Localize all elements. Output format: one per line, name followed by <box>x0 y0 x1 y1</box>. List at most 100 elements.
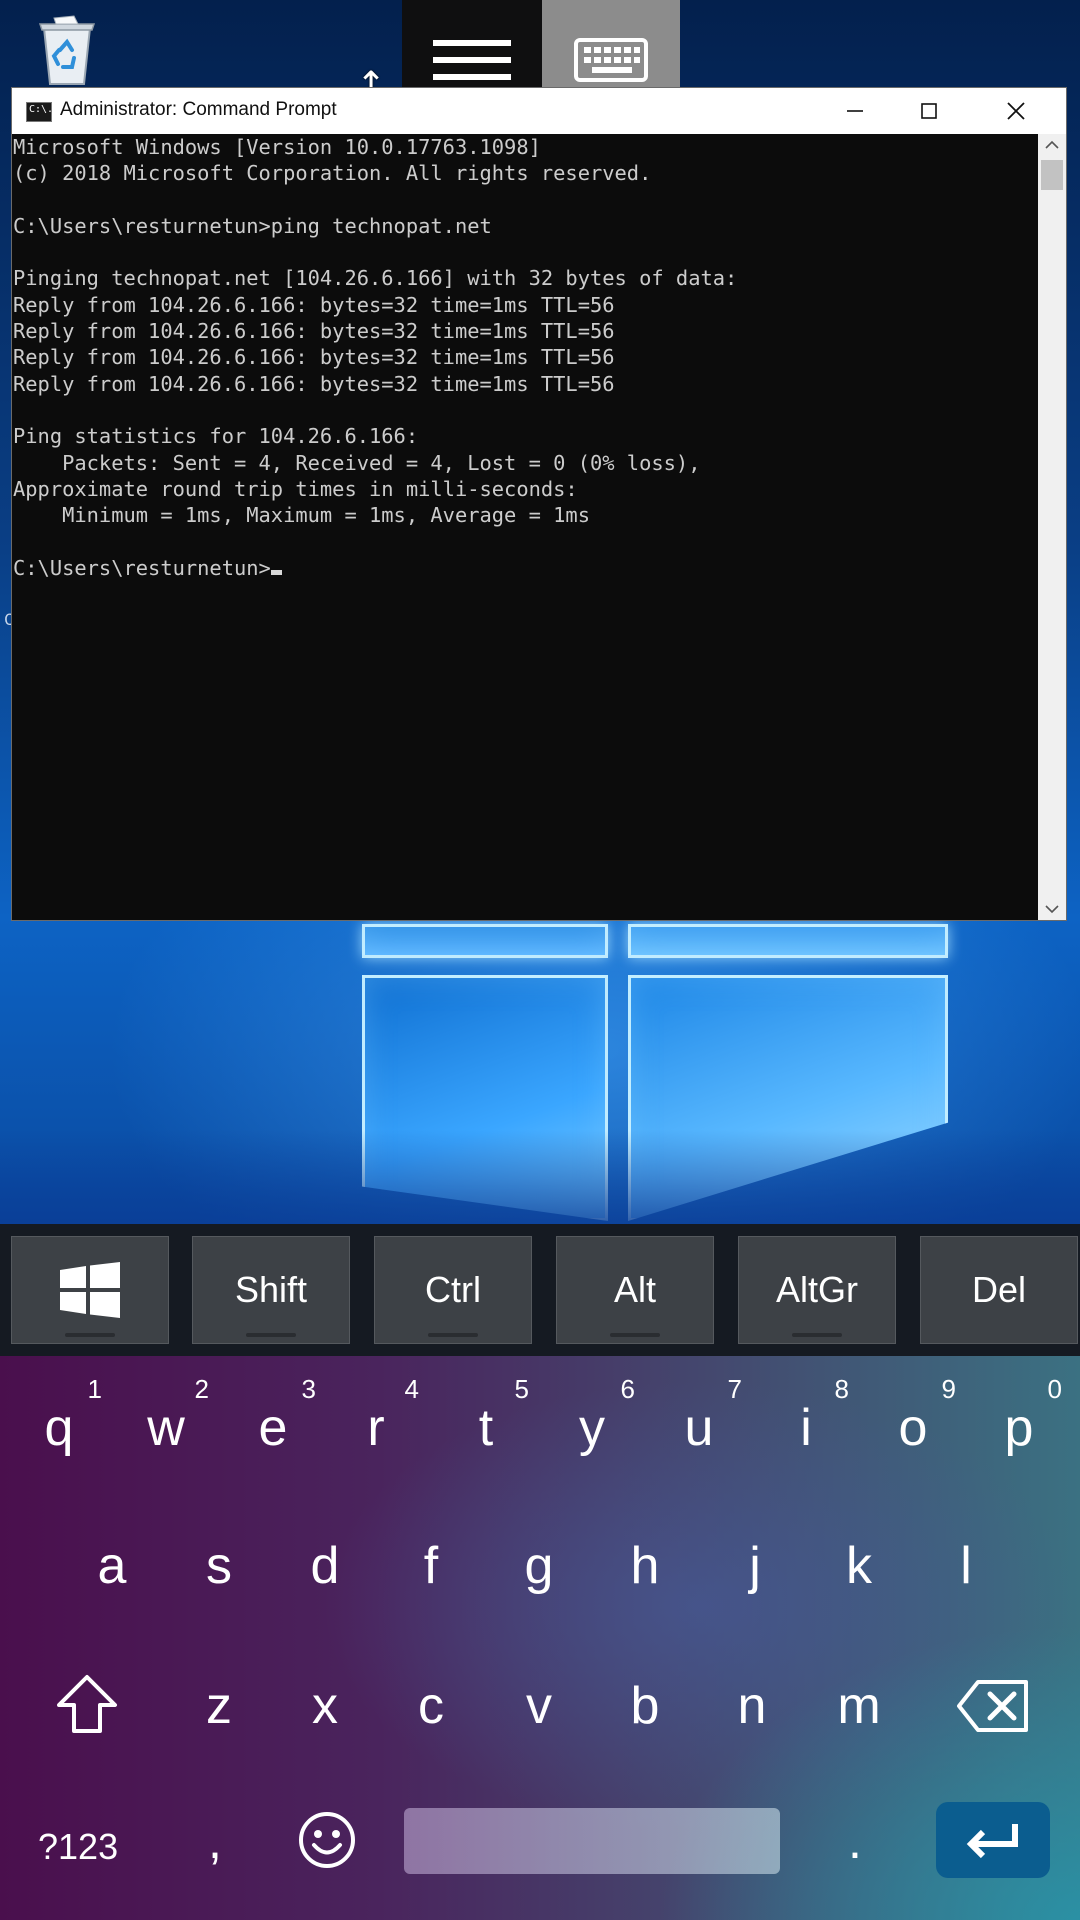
key-r[interactable]: r4 <box>323 1374 429 1478</box>
window-titlebar[interactable]: C:\. Administrator: Command Prompt <box>12 88 1066 134</box>
key-label: t <box>478 1399 494 1457</box>
terminal-line: (c) 2018 Microsoft Corporation. All righ… <box>13 161 652 186</box>
terminal-line: Ping statistics for 104.26.6.166: <box>13 424 419 449</box>
scroll-thumb[interactable] <box>1041 160 1063 190</box>
cmd-app-icon[interactable]: C:\. <box>26 102 53 122</box>
terminal-line: Reply from 104.26.6.166: bytes=32 time=1… <box>13 292 615 317</box>
key-label: i <box>800 1399 812 1457</box>
key-label: u <box>684 1399 714 1457</box>
key-b[interactable]: b <box>592 1656 698 1756</box>
terminal-line: C:\Users\resturnetun>ping technopat.net <box>13 213 492 238</box>
terminal-text: Microsoft Windows [Version 10.0.17763.10… <box>12 134 1038 581</box>
maximize-button[interactable] <box>892 88 966 134</box>
key-v[interactable]: v <box>486 1656 592 1756</box>
ctrl-key[interactable]: Ctrl <box>374 1236 532 1344</box>
shift-key[interactable]: Shift <box>192 1236 350 1344</box>
key-hint: 1 <box>87 1374 102 1404</box>
key-k[interactable]: k <box>806 1516 912 1616</box>
key-p[interactable]: p0 <box>966 1374 1072 1478</box>
alt-key[interactable]: Alt <box>556 1236 714 1344</box>
key-f[interactable]: f <box>378 1516 484 1616</box>
key-y[interactable]: y6 <box>539 1374 645 1478</box>
key-g[interactable]: g <box>486 1516 592 1616</box>
key-m[interactable]: m <box>806 1656 912 1756</box>
terminal-line: Reply from 104.26.6.166: bytes=32 time=1… <box>13 371 615 396</box>
terminal-line: Minimum = 1ms, Maximum = 1ms, Average = … <box>13 503 590 528</box>
terminal-prompt: C:\Users\resturnetun> <box>13 555 271 580</box>
terminal-output[interactable]: Microsoft Windows [Version 10.0.17763.10… <box>12 134 1038 920</box>
key-z[interactable]: z <box>166 1656 272 1756</box>
close-button[interactable] <box>966 88 1066 134</box>
special-keys-row: Shift Ctrl Alt AltGr Del <box>0 1224 1080 1356</box>
windows-key[interactable] <box>11 1236 169 1344</box>
key-label: q <box>44 1399 74 1457</box>
key-s[interactable]: s <box>166 1516 272 1616</box>
key-hint: 0 <box>1047 1374 1062 1404</box>
vertical-scrollbar[interactable] <box>1038 134 1066 920</box>
desktop-light-streak <box>0 1130 1080 1224</box>
shift-key-soft[interactable] <box>34 1654 140 1754</box>
key-u[interactable]: u7 <box>646 1374 752 1478</box>
chevron-down-icon <box>1045 905 1059 914</box>
key-j[interactable]: j <box>702 1516 808 1616</box>
key-l[interactable]: l <box>913 1516 1019 1616</box>
key-hint: 7 <box>727 1374 742 1404</box>
keyboard-icon <box>574 38 648 82</box>
terminal-line: Approximate round trip times in milli-se… <box>13 476 578 501</box>
shift-icon <box>57 1675 117 1733</box>
terminal-line: Reply from 104.26.6.166: bytes=32 time=1… <box>13 345 615 370</box>
backspace-key[interactable] <box>940 1656 1046 1756</box>
scroll-up-button[interactable] <box>1038 134 1066 156</box>
windows-logo-pane <box>628 924 948 958</box>
key-hint: 2 <box>194 1374 209 1404</box>
key-w[interactable]: w2 <box>113 1374 219 1478</box>
terminal-line: Microsoft Windows [Version 10.0.17763.10… <box>13 135 541 159</box>
command-prompt-window[interactable]: C:\. Administrator: Command Prompt Micro… <box>12 88 1066 920</box>
menu-icon <box>433 40 511 91</box>
del-key[interactable]: Del <box>920 1236 1078 1344</box>
key-q[interactable]: q1 <box>6 1374 112 1478</box>
emoji-key[interactable] <box>274 1790 380 1890</box>
key-a[interactable]: a <box>59 1516 165 1616</box>
key-t[interactable]: t5 <box>433 1374 539 1478</box>
comma-key[interactable]: , <box>208 1812 222 1870</box>
close-icon <box>1007 102 1025 120</box>
enter-key[interactable] <box>936 1802 1050 1878</box>
key-n[interactable]: n <box>699 1656 805 1756</box>
key-hint: 6 <box>620 1374 635 1404</box>
recycle-bin-icon[interactable] <box>34 14 100 86</box>
terminal-line: Packets: Sent = 4, Received = 4, Lost = … <box>13 450 701 475</box>
text-cursor <box>270 569 282 575</box>
shift-key-label: Shift <box>234 1269 308 1310</box>
numbers-symbols-key[interactable]: ?123 <box>38 1826 118 1868</box>
key-hint: 9 <box>941 1374 956 1404</box>
scroll-down-button[interactable] <box>1038 898 1066 920</box>
maximize-icon <box>921 103 937 119</box>
key-i[interactable]: i8 <box>753 1374 859 1478</box>
windows-icon <box>60 1262 120 1318</box>
key-hint: 8 <box>834 1374 849 1404</box>
period-key[interactable]: . <box>848 1812 862 1870</box>
minimize-button[interactable] <box>818 88 892 134</box>
emoji-icon <box>299 1812 355 1868</box>
space-bar[interactable] <box>404 1808 780 1874</box>
altgr-key-label: AltGr <box>775 1269 858 1310</box>
soft-keyboard: q1 w2 e3 r4 t5 y6 u7 i8 o9 p0 a s d f g … <box>0 1356 1080 1920</box>
key-h[interactable]: h <box>592 1516 698 1616</box>
window-title: Administrator: Command Prompt <box>60 99 337 120</box>
key-label: w <box>147 1399 185 1457</box>
key-hint: 5 <box>514 1374 529 1404</box>
key-d[interactable]: d <box>272 1516 378 1616</box>
chevron-up-icon <box>1045 140 1059 149</box>
key-x[interactable]: x <box>272 1656 378 1756</box>
key-hint: 4 <box>404 1374 419 1404</box>
altgr-key[interactable]: AltGr <box>738 1236 896 1344</box>
backspace-icon <box>957 1680 1028 1732</box>
terminal-line: Pinging technopat.net [104.26.6.166] wit… <box>13 266 738 291</box>
minimize-icon <box>847 110 863 112</box>
key-c[interactable]: c <box>378 1656 484 1756</box>
key-label: e <box>258 1399 288 1457</box>
key-e[interactable]: e3 <box>220 1374 326 1478</box>
key-label: p <box>1004 1399 1034 1457</box>
key-o[interactable]: o9 <box>860 1374 966 1478</box>
